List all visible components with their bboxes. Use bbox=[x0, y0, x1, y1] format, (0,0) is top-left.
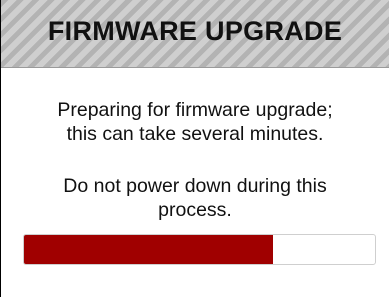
progress-bar bbox=[23, 234, 376, 265]
message-line: Preparing for firmware upgrade; bbox=[57, 99, 333, 121]
message-line: Do not power down during this bbox=[63, 175, 327, 197]
message-line: process. bbox=[158, 199, 232, 221]
progress-bar-fill bbox=[24, 235, 274, 264]
title-bar: FIRMWARE UPGRADE bbox=[1, 0, 389, 68]
message-line: this can take several minutes. bbox=[66, 123, 324, 145]
firmware-upgrade-screen: FIRMWARE UPGRADE Preparing for firmware … bbox=[0, 0, 389, 297]
page-title: FIRMWARE UPGRADE bbox=[47, 16, 343, 46]
preparing-message: Preparing for firmware upgrade; this can… bbox=[1, 98, 389, 146]
warning-message: Do not power down during this process. bbox=[1, 174, 389, 222]
